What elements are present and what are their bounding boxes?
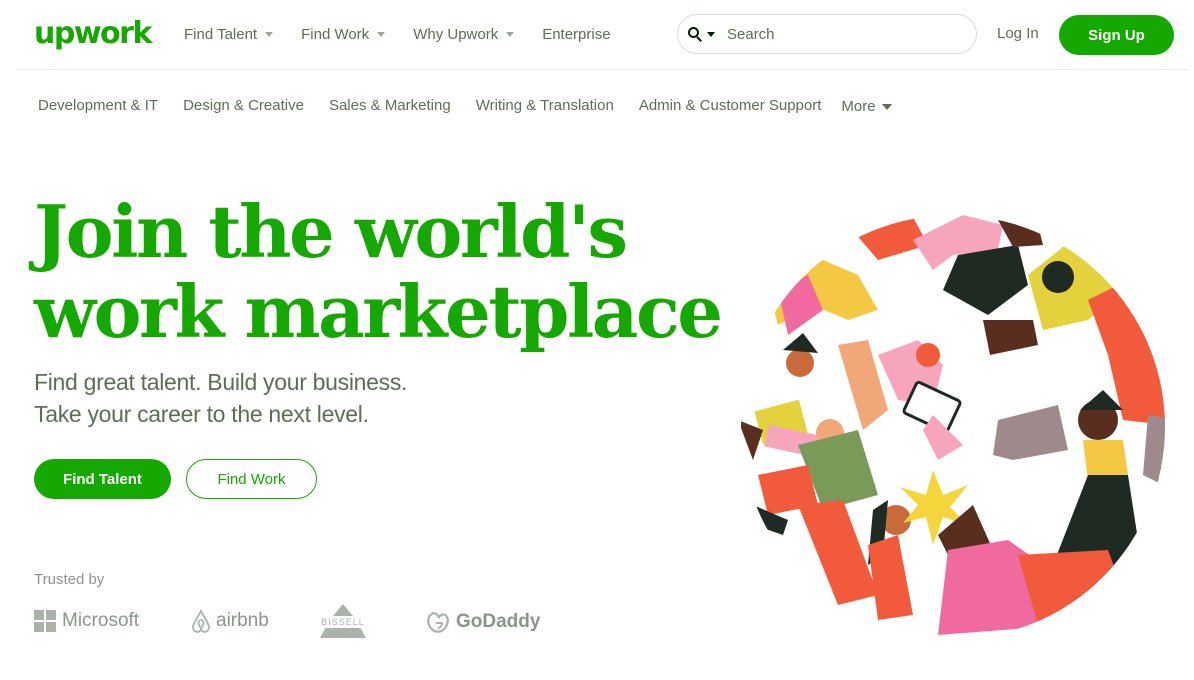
find-talent-button[interactable]: Find Talent — [34, 459, 171, 499]
airbnb-icon — [192, 609, 210, 633]
category-development-it[interactable]: Development & IT — [38, 97, 158, 114]
bissell-logo: BISSELL — [320, 604, 366, 638]
chevron-down-icon — [265, 32, 274, 37]
godaddy-logo: GoDaddy — [426, 610, 540, 634]
hero-headline-line2: work marketplace — [34, 269, 723, 354]
main-nav: Find Talent Find Work Why Upwork Enterpr… — [184, 24, 639, 44]
hero-headline: Join the world's work marketplace — [34, 189, 723, 354]
search-type-dropdown-icon[interactable] — [707, 32, 715, 37]
nav-find-work[interactable]: Find Work — [301, 24, 386, 44]
category-admin-support[interactable]: Admin & Customer Support — [639, 97, 822, 114]
nav-find-talent-label: Find Talent — [184, 25, 258, 43]
category-sales-marketing[interactable]: Sales & Marketing — [329, 97, 451, 114]
hero-sub-line1: Find great talent. Build your business. — [34, 369, 408, 395]
airbnb-logo: airbnb — [190, 609, 269, 633]
search-input[interactable] — [727, 25, 947, 43]
find-work-button[interactable]: Find Work — [186, 459, 317, 499]
people-circle-illustration — [741, 215, 1165, 635]
chevron-down-icon — [881, 103, 892, 110]
hero-sub-line2: Take your career to the next level. — [34, 401, 369, 427]
microsoft-logo-text: Microsoft — [62, 610, 140, 631]
nav-why-upwork-label: Why Upwork — [413, 25, 499, 43]
chevron-down-icon — [506, 32, 515, 37]
hero-headline-line1: Join the world's — [34, 189, 628, 274]
godaddy-logo-text: GoDaddy — [456, 611, 541, 632]
category-more-label: More — [841, 98, 876, 115]
category-design-creative[interactable]: Design & Creative — [183, 97, 304, 114]
chevron-down-icon — [377, 32, 386, 37]
nav-why-upwork[interactable]: Why Upwork — [413, 24, 515, 44]
category-writing-translation[interactable]: Writing & Translation — [476, 97, 614, 114]
nav-find-work-label: Find Work — [301, 25, 370, 43]
top-navigation: upwork Find Talent Find Work Why Upwork … — [18, 0, 1188, 70]
login-link[interactable]: Log In — [997, 25, 1039, 42]
airbnb-logo-text: airbnb — [216, 610, 269, 631]
search-icon[interactable] — [688, 27, 702, 42]
nav-enterprise[interactable]: Enterprise — [542, 24, 610, 44]
bissell-logo-text: BISSELL — [321, 617, 365, 627]
search-box[interactable] — [677, 14, 977, 54]
category-more[interactable]: More — [841, 98, 892, 115]
trusted-by-label: Trusted by — [34, 571, 105, 588]
nav-enterprise-label: Enterprise — [542, 25, 611, 43]
bissell-base-shape — [320, 628, 366, 638]
signup-button[interactable]: Sign Up — [1059, 15, 1174, 55]
nav-find-talent[interactable]: Find Talent — [184, 24, 274, 44]
upwork-logo[interactable]: upwork — [34, 16, 152, 52]
category-bar: Development & IT Design & Creative Sales… — [38, 96, 892, 115]
microsoft-logo: Microsoft — [34, 610, 139, 632]
microsoft-windows-icon — [34, 610, 56, 632]
hero-subheadline: Find great talent. Build your business. … — [34, 366, 407, 430]
bissell-triangle-icon — [333, 604, 353, 616]
godaddy-icon — [427, 612, 449, 633]
